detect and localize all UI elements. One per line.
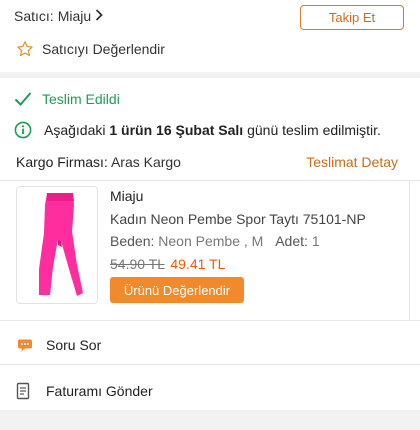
divider (0, 364, 420, 365)
quantity-value: 1 (311, 233, 320, 249)
product-brand: Miaju (110, 188, 144, 204)
review-product-button[interactable]: Ürünü Değerlendir (110, 277, 244, 303)
cargo-name: Aras Kargo (110, 154, 181, 170)
quantity-label: Adet: (275, 233, 308, 249)
product-image[interactable] (16, 186, 98, 304)
cargo-info: Kargo Firması: Aras Kargo (16, 154, 181, 170)
leggings-image (39, 193, 83, 296)
seller-link[interactable]: Satıcı: Miaju (14, 8, 103, 24)
section-divider (0, 72, 420, 78)
info-text-bold: 1 ürün 16 Şubat Salı (109, 122, 244, 138)
product-name[interactable]: Kadın Neon Pembe Spor Taytı 75101-NP (110, 211, 366, 227)
chevron-right-icon (95, 8, 103, 24)
divider (0, 320, 420, 321)
delivery-detail-link[interactable]: Teslimat Detay (306, 154, 398, 170)
delivery-status: Teslim Edildi (14, 91, 120, 107)
send-invoice-button[interactable]: Faturamı Gönder (16, 382, 153, 400)
seller-name: Miaju (57, 8, 92, 24)
size-label: Beden: (110, 233, 155, 249)
chat-icon (16, 337, 34, 353)
info-text-prefix: Aşağıdaki (44, 122, 110, 138)
card-border (409, 180, 410, 320)
check-icon (14, 91, 42, 107)
price-row: 54.90 TL 49.41 TL (110, 256, 225, 272)
new-price: 49.41 TL (170, 256, 226, 272)
info-icon (14, 121, 44, 139)
delivery-status-label: Teslim Edildi (42, 91, 120, 107)
rate-seller-button[interactable]: Satıcıyı Değerlendir (16, 40, 165, 58)
follow-button[interactable]: Takip Et (300, 5, 404, 30)
delivery-info: Aşağıdaki 1 ürün 16 Şubat Salı günü tesl… (14, 121, 381, 139)
ask-question-label: Soru Sor (46, 337, 102, 353)
info-text-suffix: günü teslim edilmiştir. (243, 122, 381, 138)
divider (0, 180, 420, 181)
cargo-label: Kargo Firması: (16, 154, 108, 170)
section-divider (0, 410, 420, 430)
send-invoice-label: Faturamı Gönder (46, 383, 153, 399)
rate-seller-label: Satıcıyı Değerlendir (42, 41, 165, 57)
product-attributes: Beden: Neon Pembe , M Adet: 1 (110, 233, 320, 249)
invoice-icon (16, 382, 34, 400)
star-icon (16, 40, 42, 58)
ask-question-button[interactable]: Soru Sor (16, 337, 101, 353)
size-value: Neon Pembe , M (158, 233, 264, 249)
old-price: 54.90 TL (110, 256, 165, 272)
seller-label: Satıcı: (14, 8, 54, 24)
